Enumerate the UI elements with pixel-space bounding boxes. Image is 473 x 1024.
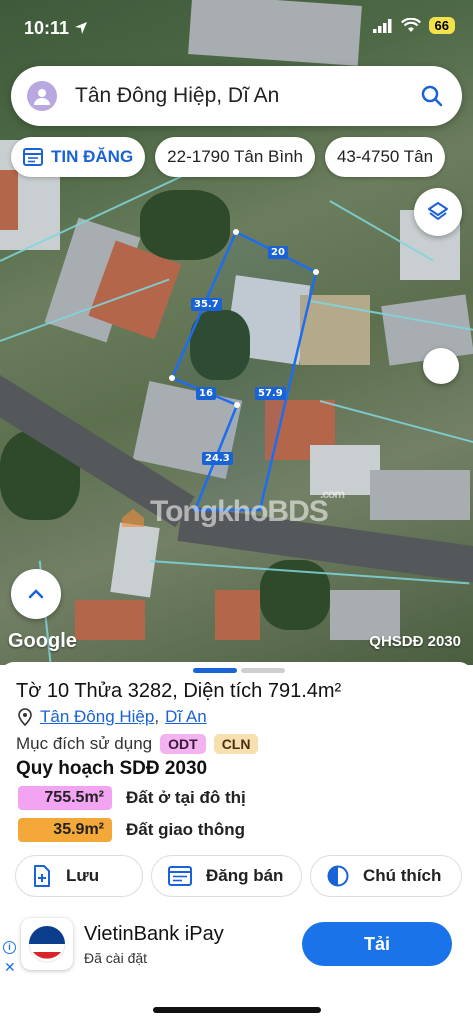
action-buttons: Lưu Đăng bán Chú thích — [15, 855, 462, 897]
search-bar[interactable]: Tân Đông Hiệp, Dĩ An — [11, 66, 462, 126]
ad-app-name: VietinBank iPay — [84, 923, 224, 945]
chip-label: 43-4750 Tân — [336, 147, 434, 166]
edge-length-label: 16 — [196, 387, 216, 400]
save-button[interactable]: Lưu — [15, 855, 143, 897]
location-arrow-icon — [75, 22, 88, 34]
layers-button[interactable] — [414, 188, 462, 236]
legend-button[interactable]: Chú thích — [310, 855, 462, 897]
vietinbank-logo — [21, 918, 73, 970]
edge-length-label: 20 — [268, 246, 288, 259]
edge-length-label: 57.9 — [255, 387, 286, 400]
purpose-label: Mục đích sử dụng — [16, 734, 153, 753]
status-time: 10:11 — [24, 18, 88, 39]
plan-area: 755.5m² — [18, 786, 112, 810]
chevron-up-icon — [28, 589, 44, 599]
battery-level: 66 — [428, 17, 455, 34]
legend-label: Chú thích — [363, 866, 442, 885]
chip-label: TIN ĐĂNG — [51, 147, 134, 166]
plan-item: 35.9m² Đất giao thông — [18, 818, 245, 842]
map-layer-label: QHSDĐ 2030 — [369, 633, 461, 650]
google-attribution: Google — [8, 630, 77, 652]
bank-logo-icon — [28, 925, 66, 963]
pager-dot-active[interactable] — [193, 668, 237, 673]
filter-chips: TIN ĐĂNG 22-1790 Tân Bình 43-4750 Tân — [11, 137, 446, 177]
location-pin-icon — [18, 708, 32, 726]
edge-length-label: 24.3 — [202, 452, 233, 465]
chip-listings[interactable]: TIN ĐĂNG — [11, 137, 146, 177]
home-indicator[interactable] — [153, 1007, 321, 1013]
map-marker-toggle[interactable] — [423, 348, 459, 384]
edge-length-label: 35.7 — [191, 298, 222, 311]
layers-icon — [428, 202, 448, 220]
parcel-location: Tân Đông Hiệp , Dĩ An — [18, 707, 207, 727]
save-label: Lưu — [66, 866, 100, 885]
plan-description: Đất giao thông — [126, 820, 245, 839]
contrast-icon — [327, 865, 349, 887]
chip-parcel[interactable]: 43-4750 Tân — [324, 137, 446, 177]
listing-board-icon — [23, 148, 43, 166]
purpose-tag: ODT — [160, 734, 206, 754]
location-separator: , — [154, 707, 160, 726]
house-logo-icon — [122, 509, 144, 527]
ward-link[interactable]: Tân Đông Hiệp — [40, 707, 154, 727]
listing-board-icon — [168, 866, 192, 886]
chip-label: 22-1790 Tân Bình — [167, 147, 303, 166]
purpose-tag: CLN — [213, 734, 259, 754]
avatar[interactable] — [27, 81, 57, 111]
add-file-icon — [34, 865, 50, 887]
plan-title: Quy hoạch SDĐ 2030 — [16, 758, 208, 779]
status-indicators: 66 — [372, 17, 455, 34]
expand-up-button[interactable] — [11, 569, 61, 619]
city-link[interactable]: Dĩ An — [165, 707, 207, 727]
plan-item: 755.5m² Đất ở tại đô thị — [18, 786, 246, 810]
ad-close-icon[interactable]: ✕ — [4, 959, 16, 976]
watermark-tld: .com — [320, 487, 345, 501]
post-sale-button[interactable]: Đăng bán — [151, 855, 302, 897]
ad-banner[interactable]: i ✕ VietinBank iPay Đã cài đặt Tải — [0, 917, 473, 983]
pager-dot[interactable] — [241, 668, 285, 673]
status-bar: 10:11 66 — [0, 0, 473, 58]
plan-description: Đất ở tại đô thị — [126, 788, 246, 807]
watermark: TongkhoBDS .com — [120, 487, 345, 529]
user-icon — [34, 89, 50, 105]
search-query[interactable]: Tân Đông Hiệp, Dĩ An — [75, 84, 420, 108]
ad-download-button[interactable]: Tải — [302, 922, 452, 966]
signal-icon — [372, 18, 392, 33]
sheet-pager[interactable] — [193, 668, 285, 673]
ad-info-icon[interactable]: i — [3, 941, 16, 954]
ad-app-status: Đã cài đặt — [84, 950, 148, 966]
search-icon[interactable] — [420, 84, 444, 108]
plan-area: 35.9m² — [18, 818, 112, 842]
wifi-icon — [400, 18, 421, 32]
chip-parcel[interactable]: 22-1790 Tân Bình — [155, 137, 315, 177]
post-sale-label: Đăng bán — [206, 866, 284, 885]
watermark-brand: TongkhoBDS — [150, 495, 329, 528]
land-use-purpose: Mục đích sử dụng ODT CLN — [16, 734, 259, 754]
parcel-title: Tờ 10 Thửa 3282, Diện tích 791.4m² — [16, 680, 342, 702]
